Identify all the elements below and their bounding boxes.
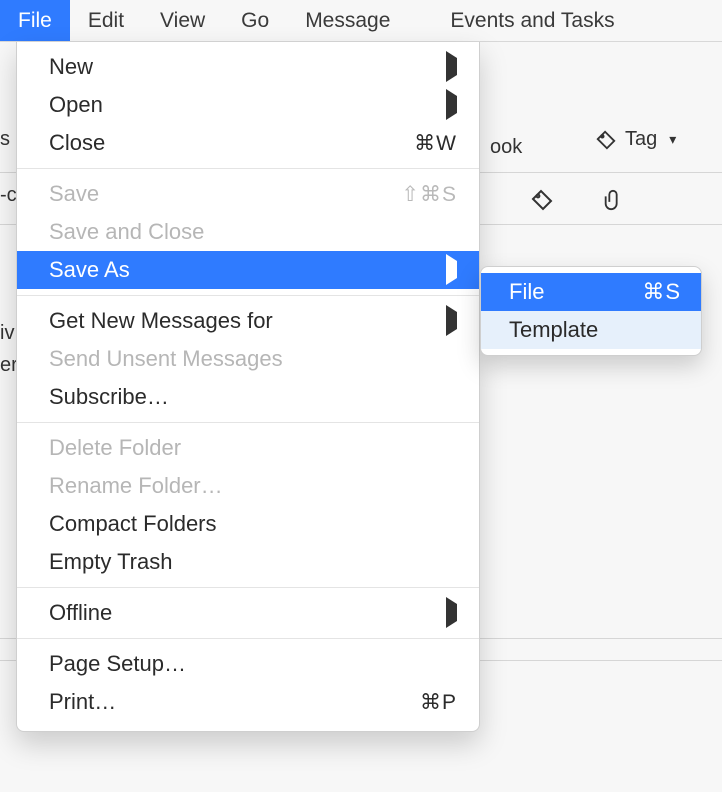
menu-item-save: Save ⇧⌘S <box>17 175 479 213</box>
menubar-label: Go <box>241 9 269 33</box>
obscured-text: iv <box>0 322 14 345</box>
submenu-arrow-icon <box>446 604 457 622</box>
submenu-shortcut: ⌘S <box>642 279 681 305</box>
menu-item-label: Save and Close <box>49 219 457 245</box>
menu-separator <box>17 168 479 169</box>
toolbar-fragment-text: ook <box>490 136 522 159</box>
menubar-label: Edit <box>88 9 124 33</box>
menubar-label: Events and Tasks <box>450 9 614 33</box>
submenu-item-template[interactable]: Template <box>481 311 701 349</box>
submenu-item-label: File <box>509 279 544 305</box>
tag-outline-icon[interactable] <box>530 188 554 218</box>
menu-item-compact-folders[interactable]: Compact Folders <box>17 505 479 543</box>
menu-item-send-unsent: Send Unsent Messages <box>17 340 479 378</box>
menu-shortcut: ⌘P <box>420 690 457 715</box>
menu-item-label: Close <box>49 130 414 156</box>
menu-item-print[interactable]: Print… ⌘P <box>17 683 479 721</box>
menubar: File Edit View Go Message Events and Tas… <box>0 0 722 42</box>
tag-button[interactable]: Tag ▾ <box>595 128 676 151</box>
menu-item-page-setup[interactable]: Page Setup… <box>17 645 479 683</box>
menubar-item-edit[interactable]: Edit <box>70 0 142 41</box>
obscured-text: s <box>0 128 10 151</box>
submenu-item-file[interactable]: File ⌘S <box>481 273 701 311</box>
menubar-item-events-tasks[interactable]: Events and Tasks <box>432 0 632 41</box>
file-menu: New Open Close ⌘W Save ⇧⌘S Save and Clos… <box>16 42 480 732</box>
menu-item-label: New <box>49 54 446 80</box>
menu-item-label: Print… <box>49 689 420 715</box>
menu-item-label: Delete Folder <box>49 435 457 461</box>
menubar-label: View <box>160 9 205 33</box>
tag-icon <box>595 129 617 151</box>
menu-item-label: Get New Messages for <box>49 308 446 334</box>
chevron-down-icon: ▾ <box>669 131 676 148</box>
menu-separator <box>17 587 479 588</box>
paperclip-icon[interactable] <box>602 188 624 218</box>
save-as-submenu: File ⌘S Template <box>480 266 702 356</box>
menu-item-subscribe[interactable]: Subscribe… <box>17 378 479 416</box>
menu-shortcut: ⇧⌘S <box>401 182 457 207</box>
submenu-arrow-icon <box>446 261 457 279</box>
menu-item-save-and-close: Save and Close <box>17 213 479 251</box>
submenu-arrow-icon <box>446 96 457 114</box>
menu-item-open[interactable]: Open <box>17 86 479 124</box>
menu-separator <box>17 422 479 423</box>
menubar-item-message[interactable]: Message <box>287 0 408 41</box>
menubar-item-go[interactable]: Go <box>223 0 287 41</box>
menu-item-label: Save <box>49 181 401 207</box>
submenu-item-label: Template <box>509 317 598 343</box>
menubar-label: Message <box>305 9 390 33</box>
menu-item-save-as[interactable]: Save As <box>17 251 479 289</box>
submenu-arrow-icon <box>446 312 457 330</box>
menubar-item-view[interactable]: View <box>142 0 223 41</box>
menu-item-new[interactable]: New <box>17 48 479 86</box>
menu-separator <box>17 638 479 639</box>
menu-item-label: Rename Folder… <box>49 473 457 499</box>
menubar-item-file[interactable]: File <box>0 0 70 41</box>
menu-item-label: Compact Folders <box>49 511 457 537</box>
menu-item-delete-folder: Delete Folder <box>17 429 479 467</box>
menu-item-rename-folder: Rename Folder… <box>17 467 479 505</box>
menu-item-label: Offline <box>49 600 446 626</box>
tag-label: Tag <box>625 128 657 151</box>
menu-item-label: Empty Trash <box>49 549 457 575</box>
menu-item-get-new-messages[interactable]: Get New Messages for <box>17 302 479 340</box>
submenu-arrow-icon <box>446 58 457 76</box>
menu-item-label: Send Unsent Messages <box>49 346 457 372</box>
menu-shortcut: ⌘W <box>414 131 457 156</box>
menu-item-offline[interactable]: Offline <box>17 594 479 632</box>
menu-separator <box>17 295 479 296</box>
menu-item-empty-trash[interactable]: Empty Trash <box>17 543 479 581</box>
menubar-label: File <box>18 9 52 33</box>
menu-item-label: Open <box>49 92 446 118</box>
obscured-text: -c <box>0 184 17 207</box>
menu-item-label: Save As <box>49 257 446 283</box>
menu-item-close[interactable]: Close ⌘W <box>17 124 479 162</box>
menu-item-label: Page Setup… <box>49 651 457 677</box>
menu-item-label: Subscribe… <box>49 384 457 410</box>
